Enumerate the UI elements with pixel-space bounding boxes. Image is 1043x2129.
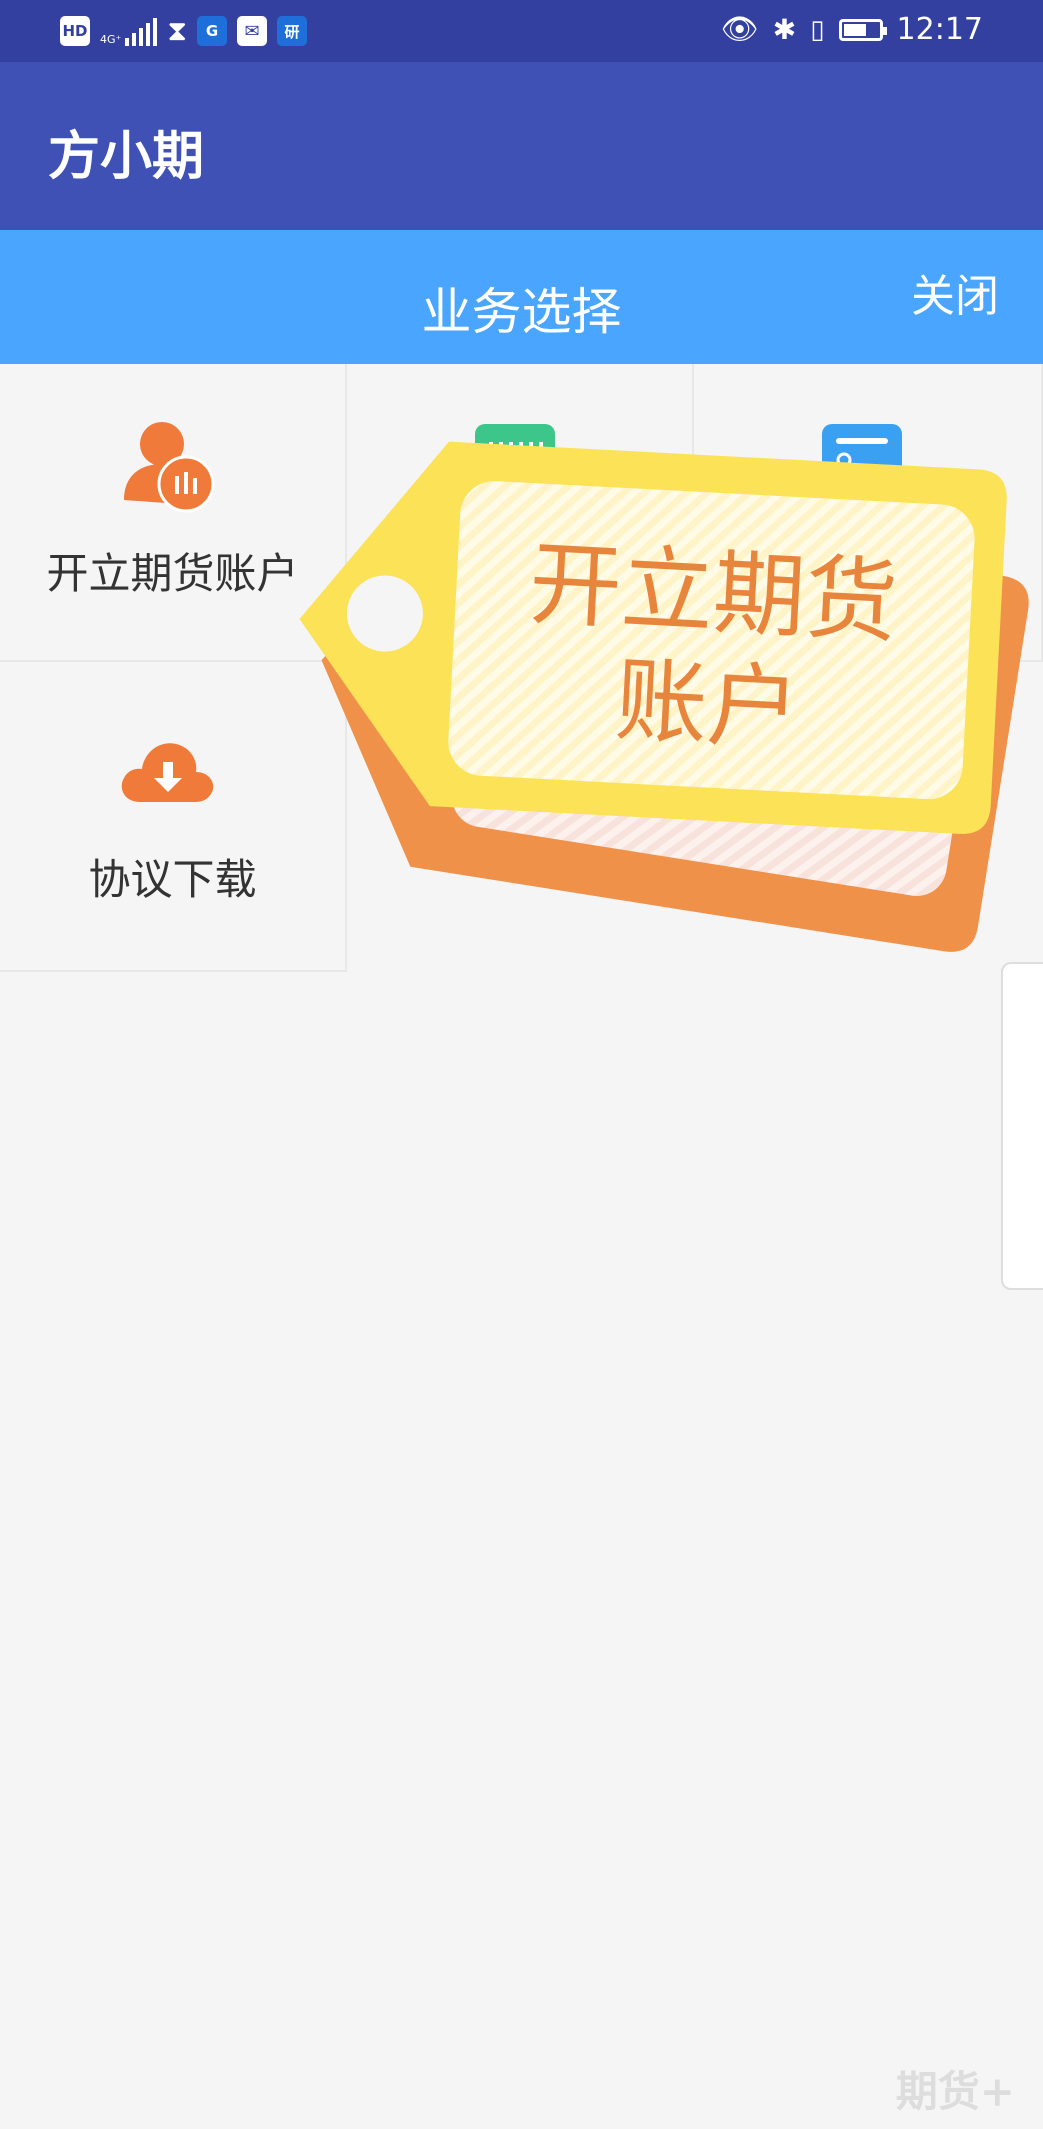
clock: 12:17: [896, 12, 983, 47]
app-bar: 方小期: [0, 62, 1043, 230]
tile-3[interactable]: [694, 364, 1043, 662]
user-candlestick-icon: [124, 422, 215, 513]
app-title: 方小期: [48, 127, 205, 187]
bluetooth-icon: ✱: [772, 13, 797, 46]
green-card-icon: [475, 424, 555, 484]
cloud-download-icon: [121, 743, 214, 802]
yan-app-icon: 研: [277, 16, 307, 46]
tile-label: 协议下载: [88, 855, 257, 904]
vibrate-icon: ▯: [810, 14, 825, 45]
status-bar: HD 4G⁺ ⧗ G ✉ 研 👁 ✱ ▯ 12:17: [0, 0, 1043, 62]
mail-icon: ✉: [237, 16, 267, 46]
eye-icon: 👁: [720, 12, 759, 47]
watermark-logo: 期货+: [895, 2067, 1015, 2116]
hourglass-icon: ⧗: [167, 14, 187, 47]
tag-text-line2: 账户: [613, 647, 802, 763]
signal-icon: 4G⁺: [100, 16, 158, 46]
page-title: 业务选择: [421, 283, 622, 341]
floating-side-handle[interactable]: [1001, 962, 1043, 1290]
blue-document-icon: [822, 424, 902, 484]
tile-agreement-download[interactable]: 协议下载: [0, 662, 347, 972]
tile-open-futures-account[interactable]: 开立期货账户: [0, 364, 347, 662]
battery-icon: [838, 18, 887, 41]
sub-header: 业务选择 关闭: [0, 230, 1043, 364]
g-app-icon: G: [197, 16, 227, 46]
hd-icon: HD: [60, 16, 90, 46]
close-button[interactable]: 关闭: [911, 260, 999, 324]
tile-label: 开立期货账户: [46, 549, 299, 598]
tile-2[interactable]: [347, 364, 694, 662]
network-type-label: 4G⁺: [100, 33, 122, 46]
